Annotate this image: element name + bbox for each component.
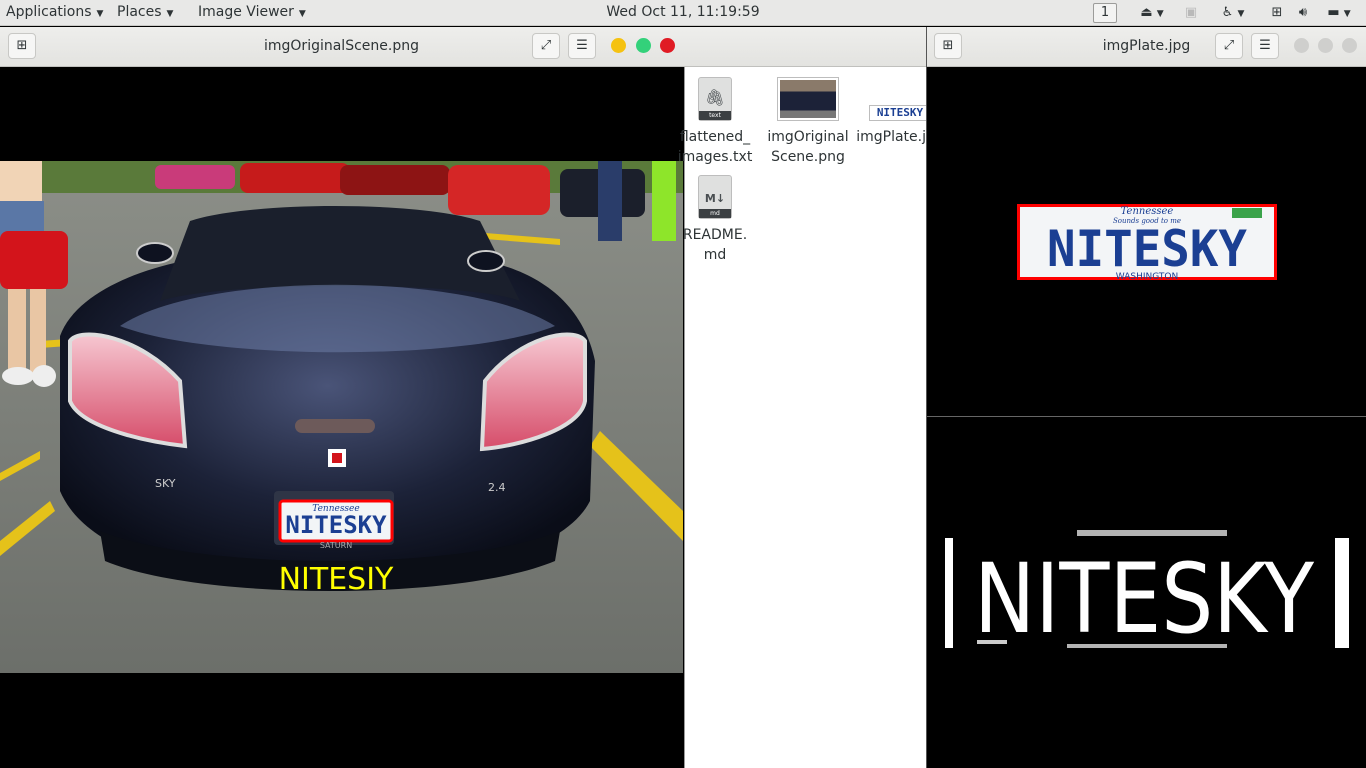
- file-label: imgOriginal: [767, 129, 849, 145]
- chevron-down-icon: ▼: [298, 9, 306, 19]
- network-icon[interactable]: ⊞: [1266, 3, 1288, 23]
- titlebar[interactable]: ⊞ imgPlate.jpg ⤢ ☰: [927, 27, 1366, 67]
- places-label: Places: [117, 4, 162, 20]
- display-icon[interactable]: ▣: [1180, 3, 1202, 23]
- markdown-icon: M↓ md: [698, 175, 732, 219]
- file-manager-view: 🖇︎ text flattened_ images.txt imgOriginal S…: [678, 67, 944, 768]
- sky-badge: SKY: [155, 477, 176, 490]
- maximize-button[interactable]: [1318, 38, 1333, 53]
- plate-text: NITESKY: [285, 511, 387, 539]
- image-viewer-menu[interactable]: Image Viewer ▼: [192, 0, 312, 26]
- menu-button[interactable]: ☰: [1251, 33, 1279, 59]
- file-label: flattened_: [679, 129, 751, 145]
- file-readme[interactable]: M↓ md README. md: [670, 175, 760, 265]
- close-button[interactable]: [1342, 38, 1357, 53]
- recognized-text-overlay: NITESIY: [279, 562, 394, 597]
- file-manager-titlebar[interactable]: [683, 27, 926, 67]
- plate-text: NITESKY: [1047, 220, 1247, 278]
- applications-menu[interactable]: Applications ▼: [0, 0, 109, 26]
- workspace-indicator[interactable]: 1: [1093, 3, 1117, 23]
- fullscreen-button[interactable]: ⤢: [1215, 33, 1243, 59]
- eject-icon[interactable]: ⏏ ▼: [1132, 3, 1172, 23]
- plate-image: Tennessee Sounds good to me NITESKY WASH…: [1017, 204, 1277, 280]
- threshold-image: NITESKY: [937, 522, 1357, 662]
- plate-bottom: WASHINGTON: [1116, 272, 1178, 280]
- engine-badge: 2.4: [488, 481, 506, 494]
- plate-state: Tennessee: [1121, 206, 1174, 217]
- divider: [927, 416, 1366, 417]
- file-label: README.: [682, 227, 748, 243]
- plate-window: ⊞ imgPlate.jpg ⤢ ☰ Tennessee Sounds good…: [926, 27, 1366, 768]
- minimize-button[interactable]: [611, 38, 626, 53]
- fullscreen-button[interactable]: ⤢: [532, 33, 560, 59]
- brand-badge: SATURN: [320, 541, 352, 550]
- applications-label: Applications: [6, 4, 92, 20]
- threshold-text: NITESKY: [974, 543, 1314, 655]
- file-label: images.txt: [677, 149, 753, 165]
- maximize-button[interactable]: [636, 38, 651, 53]
- volume-icon[interactable]: 🔊︎: [1292, 3, 1314, 23]
- file-label: md: [703, 247, 727, 263]
- places-menu[interactable]: Places ▼: [111, 0, 179, 26]
- file-flattened-images[interactable]: 🖇︎ text flattened_ images.txt: [670, 77, 760, 167]
- file-label: Scene.png: [771, 149, 845, 165]
- original-scene-window: ⊞ imgOriginalScene.png ⤢ ☰ Tennessee NIT…: [0, 27, 683, 768]
- image-thumbnail: [777, 77, 839, 121]
- top-panel: Applications ▼ Places ▼ Image Viewer ▼ Wed …: [0, 0, 1366, 26]
- titlebar[interactable]: ⊞ imgOriginalScene.png ⤢ ☰: [0, 27, 683, 67]
- battery-icon[interactable]: ▬ ▼: [1318, 3, 1360, 23]
- paperclip-icon: 🖇︎ text: [698, 77, 732, 121]
- image-thumbnail: NITESKY: [869, 105, 931, 121]
- scene-image: Tennessee NITESKY SKY 2.4 SATURN NITESIY: [0, 161, 683, 673]
- clock[interactable]: Wed Oct 11, 11:19:59: [606, 4, 759, 20]
- minimize-button[interactable]: [1294, 38, 1309, 53]
- close-button[interactable]: [660, 38, 675, 53]
- menu-button[interactable]: ☰: [568, 33, 596, 59]
- chevron-down-icon: ▼: [96, 9, 104, 19]
- image-viewer-label: Image Viewer: [198, 4, 294, 20]
- accessibility-icon[interactable]: ♿ ▼: [1212, 3, 1254, 23]
- file-imgoriginalscene[interactable]: imgOriginal Scene.png: [763, 77, 853, 167]
- chevron-down-icon: ▼: [166, 9, 174, 19]
